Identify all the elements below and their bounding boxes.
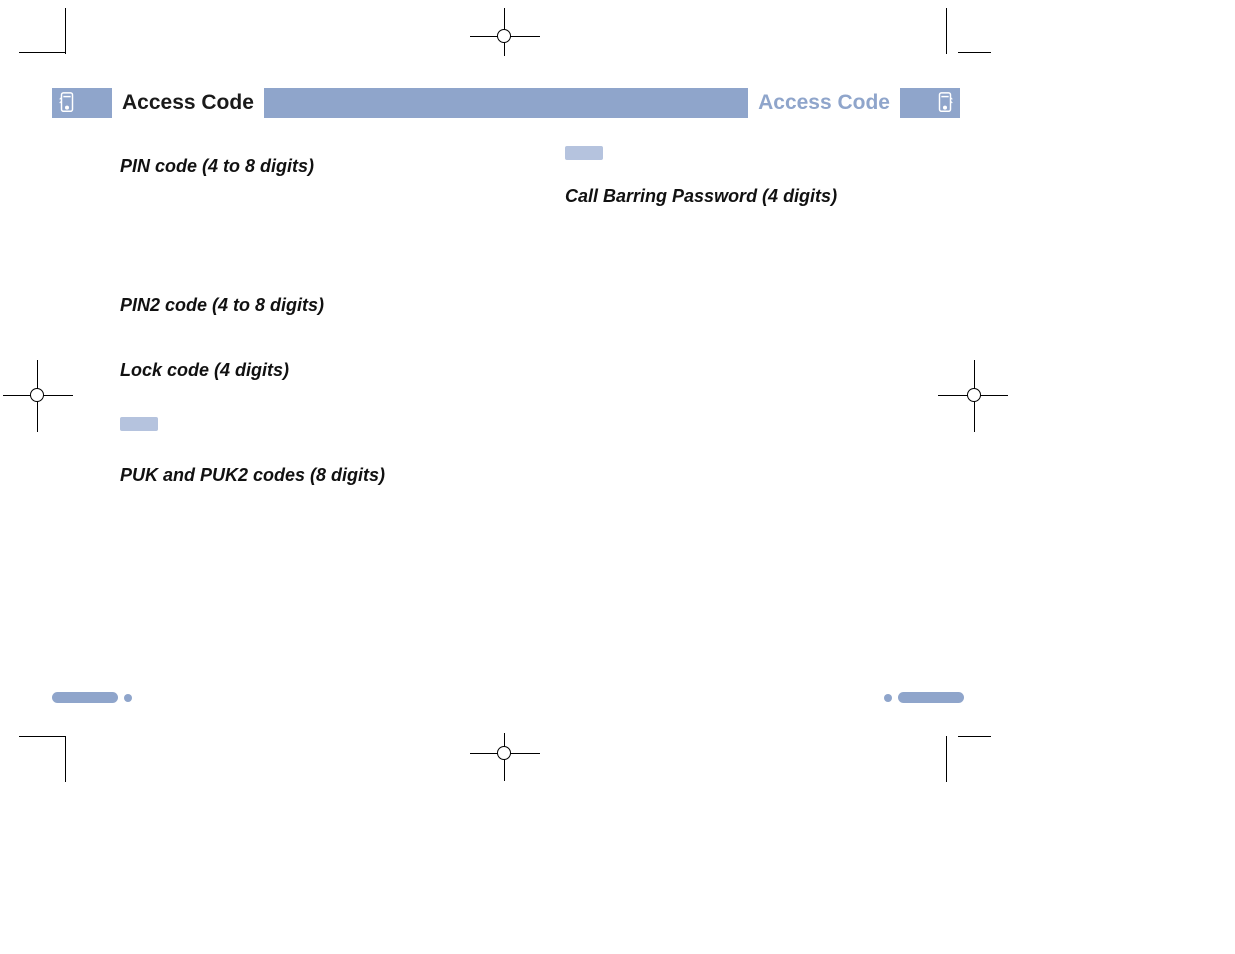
header-phone-icon — [52, 88, 82, 118]
header-phone-icon — [930, 88, 960, 118]
subheading-lock-code: Lock code (4 digits) — [120, 360, 540, 381]
registration-target-icon — [30, 388, 44, 402]
crop-mark — [946, 736, 947, 782]
header-title-right: Access Code — [758, 91, 890, 115]
crop-mark — [958, 736, 991, 737]
registration-target-icon — [967, 388, 981, 402]
registration-target-icon — [497, 746, 511, 760]
page-ornament-dot — [124, 694, 132, 702]
crop-mark — [19, 736, 65, 737]
subheading-call-barring: Call Barring Password (4 digits) — [565, 186, 985, 207]
section-header-bar: Access Code Access Code — [52, 88, 960, 118]
header-right-label-box: Access Code — [748, 88, 900, 118]
subheading-pin2: PIN2 code (4 to 8 digits) — [120, 295, 540, 316]
registration-target-icon — [497, 29, 511, 43]
crop-mark — [958, 52, 991, 53]
crop-mark — [65, 736, 66, 782]
decorative-marker — [120, 417, 158, 431]
header-left-label-box: Access Code — [112, 88, 264, 118]
page-ornament-dot — [884, 694, 892, 702]
left-page-column: PIN code (4 to 8 digits) PIN2 code (4 to… — [120, 128, 540, 492]
page-ornament-bar — [52, 692, 118, 703]
page-number-ornament-left — [52, 692, 132, 703]
page-number-ornament-right — [884, 692, 964, 703]
header-title-left: Access Code — [122, 91, 254, 115]
right-page-column: Call Barring Password (4 digits) — [565, 128, 985, 213]
page-ornament-bar — [898, 692, 964, 703]
crop-mark — [65, 8, 66, 54]
decorative-marker — [565, 146, 603, 160]
subheading-pin: PIN code (4 to 8 digits) — [120, 156, 540, 177]
crop-mark — [19, 52, 65, 53]
subheading-puk: PUK and PUK2 codes (8 digits) — [120, 465, 540, 486]
crop-mark — [946, 8, 947, 54]
